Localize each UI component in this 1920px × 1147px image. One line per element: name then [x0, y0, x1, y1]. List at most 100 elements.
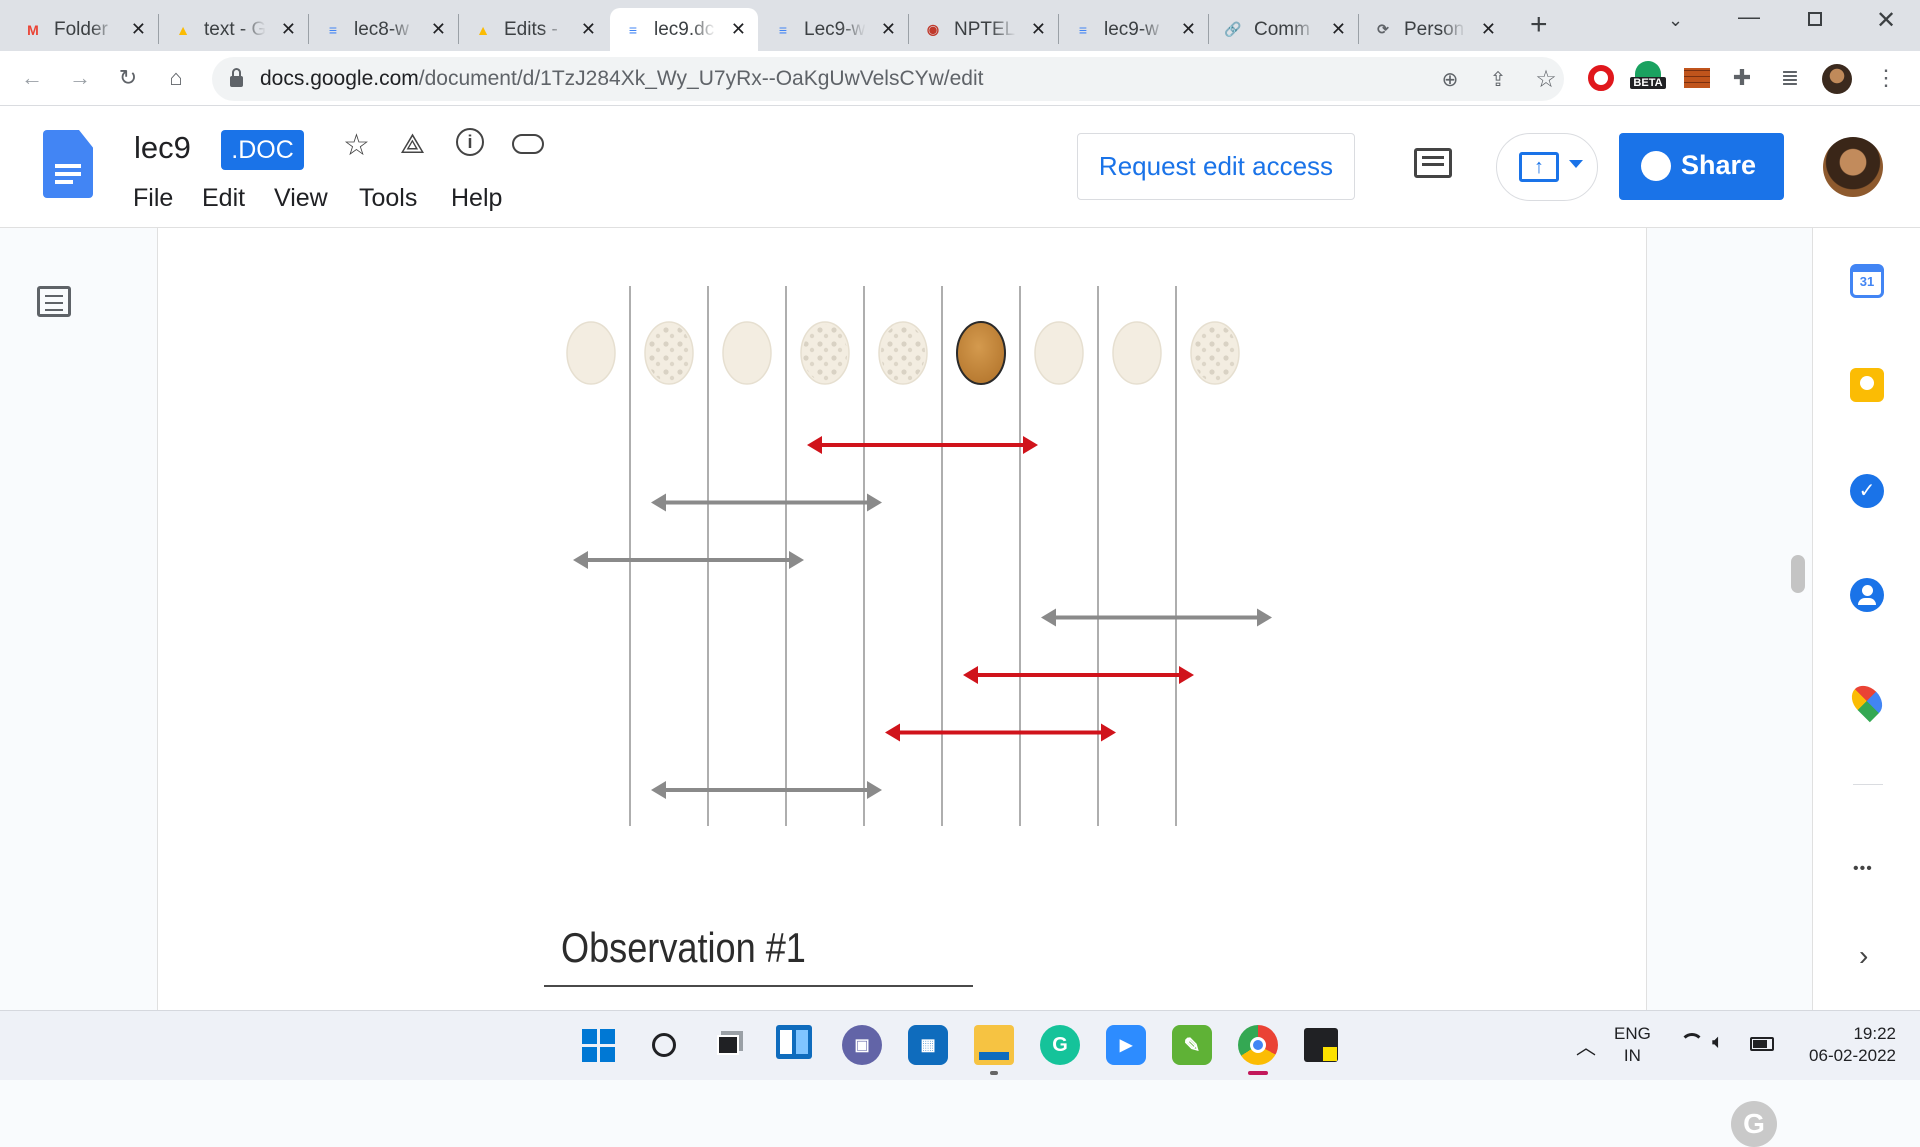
request-edit-access-button[interactable]: Request edit access — [1077, 133, 1355, 200]
brick-extension-icon[interactable] — [1684, 68, 1710, 88]
share-button[interactable]: Share — [1619, 133, 1784, 200]
restore-button[interactable] — [1808, 12, 1822, 26]
grammarly-icon[interactable]: G — [1731, 1101, 1777, 1147]
close-tab-icon[interactable]: ✕ — [431, 19, 446, 40]
language-indicator[interactable]: ENG IN — [1614, 1023, 1651, 1067]
url-text: docs.google.com/document/d/1TzJ284Xk_Wy_… — [260, 67, 984, 90]
keep-icon[interactable] — [1850, 368, 1884, 402]
microsoft-store-icon[interactable]: ▦ — [908, 1025, 948, 1065]
forward-icon[interactable]: → — [62, 60, 98, 96]
windows-start-icon[interactable] — [578, 1025, 618, 1065]
maps-icon[interactable] — [1845, 679, 1889, 723]
teams-chat-icon[interactable]: ▣ — [842, 1025, 882, 1065]
reload-icon[interactable]: ↻ — [110, 60, 146, 96]
arrow-head-left — [1041, 608, 1056, 627]
opera-extension-icon[interactable] — [1588, 65, 1614, 91]
browser-tab[interactable]: ≡ lec9-w ✕ — [1060, 8, 1208, 51]
new-tab-button[interactable]: + — [1530, 8, 1548, 42]
gmail-icon: M — [27, 21, 39, 38]
menu-edit[interactable]: Edit — [202, 184, 245, 213]
egg-speckle-pattern — [881, 324, 925, 382]
tab-label: Comm — [1254, 18, 1310, 40]
close-tab-icon[interactable]: ✕ — [1331, 19, 1346, 40]
tasks-icon[interactable]: ✓ — [1850, 474, 1884, 508]
document-title[interactable]: lec9 — [134, 130, 191, 166]
task-view-icon[interactable] — [708, 1025, 748, 1065]
arrow-head-left — [651, 493, 666, 512]
share-page-icon[interactable]: ⇪ — [1480, 61, 1516, 97]
beta-extension-icon[interactable]: BETA — [1630, 61, 1666, 97]
star-icon[interactable]: ☆ — [343, 128, 370, 163]
browser-tab[interactable]: ≡ lec9.dc ✕ — [610, 8, 758, 51]
widgets-icon[interactable] — [776, 1025, 812, 1059]
minimize-button[interactable]: — — [1738, 4, 1760, 30]
expand-panel-icon[interactable]: › — [1859, 940, 1868, 972]
close-window-button[interactable]: ✕ — [1876, 6, 1896, 35]
tab-search-icon[interactable]: ⌄ — [1668, 10, 1683, 31]
arrow-head-right — [867, 493, 882, 512]
sticky-notes-icon[interactable] — [1304, 1028, 1338, 1062]
browser-menu-icon[interactable]: ⋮ — [1868, 60, 1904, 96]
tab-label: lec8-w — [354, 18, 409, 40]
close-tab-icon[interactable]: ✕ — [881, 19, 896, 40]
arrow-head-left — [807, 436, 822, 454]
browser-tab[interactable]: ◉ NPTEL ✕ — [910, 8, 1058, 51]
browser-tab[interactable]: 🔗 Comm ✕ — [1210, 8, 1358, 51]
egg-speckle-pattern — [803, 324, 847, 382]
zoom-icon[interactable]: ⊕ — [1432, 61, 1468, 97]
close-tab-icon[interactable]: ✕ — [1481, 19, 1496, 40]
browser-tab[interactable]: ≡ lec8-w ✕ — [310, 8, 458, 51]
menu-help[interactable]: Help — [451, 184, 502, 213]
calendar-icon[interactable]: 31 — [1850, 264, 1884, 298]
menu-tools[interactable]: Tools — [359, 184, 417, 213]
more-addons-icon[interactable]: ••• — [1853, 860, 1873, 878]
google-docs-logo-icon[interactable] — [43, 130, 93, 198]
menu-file[interactable]: File — [133, 184, 173, 213]
close-tab-icon[interactable]: ✕ — [1031, 19, 1046, 40]
interval-figure: Observation #1 — [544, 286, 1272, 987]
browser-tab[interactable]: ▲ Edits - ✕ — [460, 8, 608, 51]
browser-tab[interactable]: ▲ text - G ✕ — [160, 8, 308, 51]
back-icon[interactable]: ← — [14, 60, 50, 96]
close-tab-icon[interactable]: ✕ — [131, 19, 146, 40]
volume-icon[interactable]: 🔈︎ — [1712, 1031, 1724, 1054]
close-tab-icon[interactable]: ✕ — [581, 19, 596, 40]
show-hidden-icons-chevron[interactable]: ︿ — [1576, 1031, 1596, 1060]
present-meeting-button[interactable]: ↑ — [1496, 133, 1598, 201]
wifi-icon[interactable] — [1680, 1033, 1704, 1057]
outline-icon[interactable] — [37, 286, 71, 317]
profile-avatar[interactable] — [1822, 64, 1852, 94]
bookmark-star-icon[interactable]: ☆ — [1528, 61, 1564, 97]
evernote-icon[interactable]: ✎ — [1172, 1025, 1212, 1065]
browser-tab[interactable]: M Folder ✕ — [10, 8, 158, 51]
details-info-icon[interactable]: i — [456, 128, 484, 156]
cloud-saved-icon[interactable] — [512, 134, 544, 154]
battery-icon[interactable] — [1750, 1037, 1774, 1051]
clock-date: 06-02-2022 — [1809, 1046, 1896, 1065]
red-interval-arrow — [885, 723, 1116, 742]
language-code: ENG — [1614, 1024, 1651, 1043]
close-tab-icon[interactable]: ✕ — [731, 19, 746, 40]
comments-icon[interactable] — [1414, 148, 1452, 178]
browser-tab[interactable]: ⟳ Person ✕ — [1360, 8, 1508, 51]
grammarly-app-icon[interactable]: G — [1040, 1025, 1080, 1065]
media-queue-icon[interactable]: ≣ — [1772, 60, 1808, 96]
chrome-icon[interactable] — [1238, 1025, 1278, 1065]
contacts-icon[interactable] — [1850, 578, 1884, 612]
vertical-scrollbar-thumb[interactable] — [1791, 555, 1805, 593]
tab-label: Person — [1404, 18, 1465, 40]
close-tab-icon[interactable]: ✕ — [1181, 19, 1196, 40]
search-icon[interactable] — [644, 1025, 684, 1065]
address-bar[interactable]: docs.google.com/document/d/1TzJ284Xk_Wy_… — [212, 57, 1564, 101]
home-icon[interactable]: ⌂ — [158, 60, 194, 96]
account-avatar[interactable] — [1823, 137, 1883, 197]
zoom-app-icon[interactable]: ▶ — [1106, 1025, 1146, 1065]
file-explorer-icon[interactable] — [974, 1025, 1014, 1065]
move-to-drive-icon[interactable]: ⟁ — [400, 128, 425, 161]
menu-view[interactable]: View — [274, 184, 328, 213]
extensions-puzzle-icon[interactable]: ✚ — [1724, 60, 1760, 96]
clock[interactable]: 19:22 06-02-2022 — [1796, 1023, 1896, 1067]
close-tab-icon[interactable]: ✕ — [281, 19, 296, 40]
google-drive-icon: ▲ — [476, 21, 490, 38]
browser-tab[interactable]: ≡ Lec9-w ✕ — [760, 8, 908, 51]
